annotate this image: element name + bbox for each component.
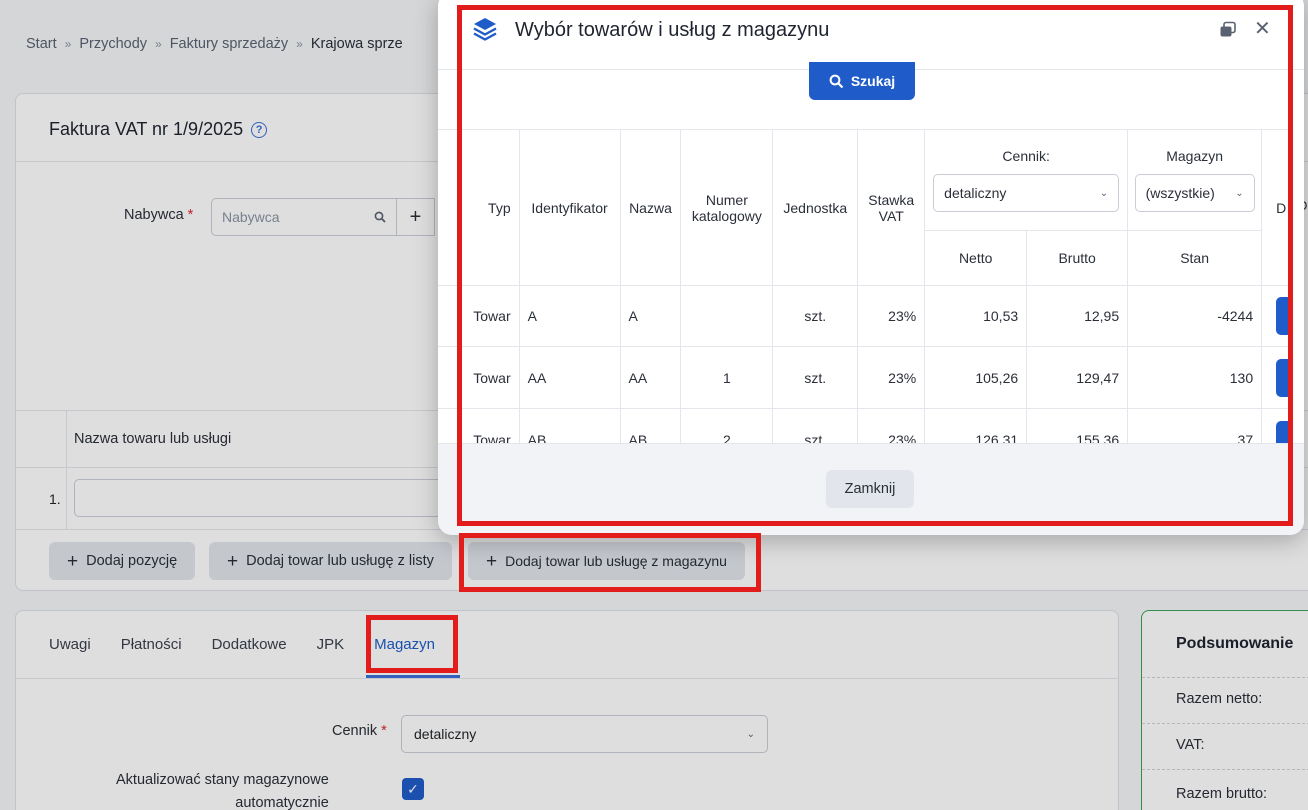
summary-vat: VAT: bbox=[1176, 737, 1205, 753]
plus-icon: + bbox=[67, 550, 79, 572]
auto-update-checkbox[interactable]: ✓ bbox=[402, 778, 424, 800]
add-position-button[interactable]: + Dodaj pozycję bbox=[49, 542, 196, 580]
summary-card: Podsumowanie Razem netto: VAT: Razem bru… bbox=[1141, 610, 1308, 810]
breadcrumb-separator-icon: » bbox=[64, 37, 72, 51]
tab-uwagi[interactable]: Uwagi bbox=[49, 636, 91, 653]
buyer-label: Nabywca * bbox=[124, 207, 194, 223]
tabs-card: Uwagi Płatności Dodatkowe JPK Magazyn Ce… bbox=[15, 610, 1119, 810]
search-icon bbox=[374, 211, 386, 223]
pricelist-label: Cennik * bbox=[332, 723, 387, 739]
breadcrumb-current: Krajowa sprze bbox=[310, 36, 403, 52]
breadcrumb-start[interactable]: Start bbox=[26, 36, 57, 52]
breadcrumb-przychody[interactable]: Przychody bbox=[79, 36, 147, 52]
summary-gross: Razem brutto: bbox=[1176, 786, 1268, 802]
column-divider bbox=[66, 410, 67, 530]
auto-update-label: Aktualizować stany magazynowe automatycz… bbox=[116, 772, 329, 810]
position-name-input[interactable] bbox=[74, 479, 454, 517]
divider bbox=[1142, 769, 1308, 770]
invoice-title-row: Faktura VAT nr 1/9/2025 ? bbox=[49, 119, 268, 140]
divider bbox=[1142, 723, 1308, 724]
chevron-down-icon: ⌄ bbox=[746, 728, 755, 740]
highlight-warehouse-button bbox=[459, 533, 761, 592]
plus-icon: + bbox=[409, 205, 422, 228]
buyer-input[interactable]: Nabywca bbox=[211, 198, 397, 236]
divider bbox=[1142, 677, 1308, 678]
tab-platnosci[interactable]: Płatności bbox=[121, 636, 182, 653]
highlight-magazyn-tab bbox=[366, 615, 458, 673]
check-icon: ✓ bbox=[407, 780, 419, 797]
tab-dodatkowe[interactable]: Dodatkowe bbox=[212, 636, 287, 653]
breadcrumb-separator-icon: » bbox=[155, 37, 162, 51]
buyer-placeholder: Nabywca bbox=[222, 209, 280, 225]
divider bbox=[16, 678, 1118, 679]
pricelist-select[interactable]: detaliczny ⌄ bbox=[401, 715, 768, 753]
summary-net: Razem netto: bbox=[1176, 691, 1263, 707]
invoice-title: Faktura VAT nr 1/9/2025 bbox=[49, 119, 244, 139]
tab-jpk[interactable]: JPK bbox=[317, 636, 345, 653]
add-from-list-button[interactable]: + Dodaj towar lub usługę z listy bbox=[209, 542, 452, 580]
help-icon[interactable]: ? bbox=[251, 121, 268, 138]
plus-icon: + bbox=[227, 550, 239, 572]
positions-header: Nazwa towaru lub usługi bbox=[74, 431, 232, 447]
breadcrumb-faktury[interactable]: Faktury sprzedaży bbox=[170, 36, 288, 52]
add-buyer-button[interactable]: + bbox=[397, 198, 435, 236]
highlight-modal-frame bbox=[457, 5, 1293, 526]
breadcrumb-separator-icon: » bbox=[296, 37, 303, 51]
row-number: 1. bbox=[49, 491, 61, 507]
summary-title: Podsumowanie bbox=[1176, 635, 1294, 652]
breadcrumb: Start » Przychody » Faktury sprzedaży » … bbox=[26, 36, 403, 52]
